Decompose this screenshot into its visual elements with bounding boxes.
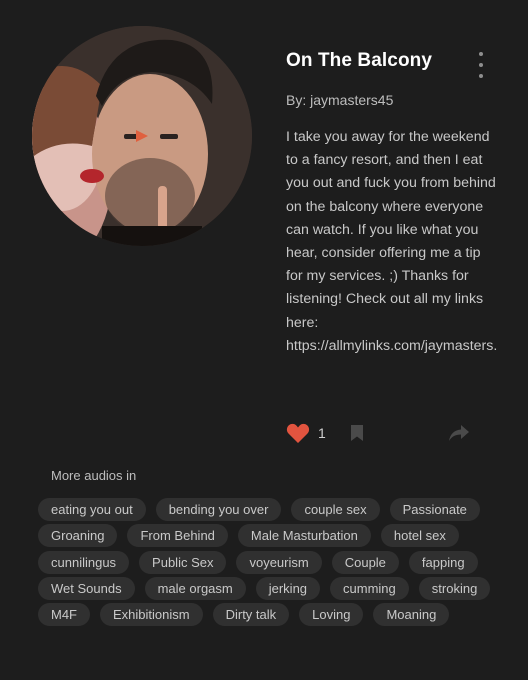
kebab-dot — [479, 63, 483, 67]
tag-chip[interactable]: couple sex — [291, 498, 380, 521]
like-count: 1 — [318, 425, 326, 441]
bookmark-button[interactable] — [350, 424, 364, 447]
kebab-dot — [479, 74, 483, 78]
tag-chip[interactable]: Exhibitionism — [100, 603, 203, 627]
tag-chip[interactable]: male orgasm — [144, 576, 246, 600]
tag-chip[interactable]: Dirty talk — [212, 603, 290, 627]
tag-chip[interactable]: cumming — [330, 576, 409, 600]
tag-chip[interactable]: voyeurism — [236, 550, 322, 574]
kebab-dot — [479, 52, 483, 56]
action-bar: 1 — [286, 422, 476, 446]
tag-chip[interactable]: Wet Sounds — [38, 576, 135, 600]
tag-chip[interactable]: cunnilingus — [38, 550, 130, 574]
tag-chip[interactable]: From Behind — [127, 524, 228, 548]
tag-chip[interactable]: bending you over — [155, 498, 282, 521]
tag-chip[interactable]: Groaning — [38, 524, 118, 548]
cover-art[interactable] — [32, 26, 252, 246]
audio-title: On The Balcony — [286, 50, 433, 71]
tag-chip[interactable]: Passionate — [389, 498, 480, 521]
tag-chip[interactable]: jerking — [255, 576, 321, 600]
tag-chip[interactable]: Public Sex — [139, 550, 227, 574]
tag-chip[interactable]: stroking — [418, 576, 491, 600]
tag-chip[interactable]: Moaning — [373, 603, 450, 627]
like-button[interactable]: 1 — [286, 422, 326, 444]
audio-description: I take you away for the weekend to a fan… — [286, 129, 498, 354]
cover-art-illustration — [32, 26, 252, 246]
tag-list: eating you out bending you over couple s… — [38, 498, 498, 627]
tag-chip[interactable]: M4F — [38, 603, 90, 627]
tag-chip[interactable]: Male Masturbation — [237, 524, 371, 548]
tag-chip[interactable]: Couple — [331, 550, 399, 574]
tag-chip[interactable]: hotel sex — [380, 524, 459, 548]
author-link[interactable]: By: jaymasters45 — [286, 92, 393, 108]
share-icon — [449, 425, 469, 441]
share-button[interactable] — [448, 424, 470, 447]
kebab-menu-icon[interactable] — [472, 52, 490, 78]
more-audios-heading: More audios in — [51, 468, 137, 483]
tag-chip[interactable]: fapping — [408, 550, 478, 574]
tag-chip[interactable]: eating you out — [38, 498, 146, 521]
heart-icon — [286, 423, 310, 443]
tag-chip[interactable]: Loving — [299, 603, 364, 627]
bookmark-icon — [351, 425, 363, 441]
